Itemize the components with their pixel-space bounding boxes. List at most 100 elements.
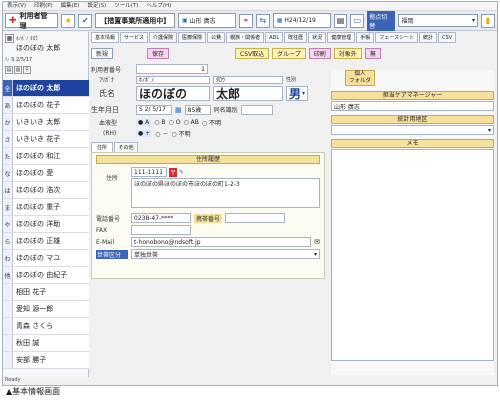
kana-mei-field[interactable]: ﾀﾛｳ (213, 75, 283, 84)
list-item[interactable]: たほのぼの 和江 (3, 148, 89, 165)
same-name-field[interactable] (240, 104, 273, 115)
kana-filter[interactable]: か (3, 114, 13, 130)
exclude-button[interactable]: 対象外 (333, 47, 362, 59)
user-name[interactable]: 相田 花子 (13, 284, 89, 300)
star-icon[interactable]: ★ (61, 13, 76, 28)
list-item[interactable]: かいきいき 太郎 (3, 114, 89, 131)
group-button[interactable]: グループ (272, 47, 306, 59)
menu-view[interactable]: 表示(V) (3, 2, 30, 10)
user-name[interactable]: ほのぼの マユ (13, 250, 89, 266)
screen-icon[interactable]: ▭ (350, 13, 365, 28)
rh-radio-minus[interactable]: ○ － (155, 129, 168, 138)
tab-health[interactable]: 健康管理 (327, 32, 356, 43)
kana-filter[interactable]: ま (3, 199, 13, 215)
list-item[interactable]: はほのぼの 浩次 (3, 182, 89, 199)
office-select[interactable]: 福岡 ▾ (398, 14, 479, 27)
calendar-icon[interactable]: ▦ (175, 106, 182, 114)
stats-area-select[interactable]: ▾ (331, 125, 494, 135)
user-name[interactable]: 安部 勝子 (13, 352, 89, 368)
list-item[interactable]: なほのぼの 愛 (3, 165, 89, 182)
tab-service[interactable]: サービス (120, 32, 149, 43)
exit-icon[interactable]: ▮ (481, 13, 495, 28)
user-no-field[interactable]: 1 (136, 64, 208, 74)
rh-radio-unknown[interactable]: ○ 不明 (171, 129, 190, 138)
list-item[interactable]: さいきいき 花子 (3, 131, 89, 148)
calc-icon[interactable]: ▤ (333, 13, 348, 28)
kana-filter[interactable]: ら (3, 233, 13, 249)
user-name[interactable]: 秋田 誠 (13, 335, 89, 351)
tab-basic-info[interactable]: 基本情報 (91, 32, 120, 43)
tab-handbook[interactable]: 手帳 (356, 32, 375, 43)
list-item[interactable]: 全ほのぼの 太郎 (3, 80, 89, 97)
arrow-icon[interactable]: ⇆ (255, 13, 270, 28)
list-item[interactable]: らほのぼの 正雄 (3, 233, 89, 250)
user-name[interactable]: ほのぼの 浩次 (13, 182, 89, 198)
none-button[interactable]: 無 (364, 47, 381, 59)
tab-public-expense[interactable]: 公費 (207, 32, 226, 43)
user-name[interactable]: いきいき 花子 (13, 131, 89, 147)
list-item[interactable]: 愛知 源一郎 (3, 301, 89, 318)
list-item[interactable]: 相田 花子 (3, 284, 89, 301)
tab-adl[interactable]: ADL (265, 32, 284, 43)
tab-stats[interactable]: 統計 (418, 32, 437, 43)
mail-icon[interactable]: ✉ (314, 238, 320, 246)
address-history-button[interactable]: 住所履歴 (96, 155, 320, 164)
zip-field[interactable]: 111-1111 (131, 167, 167, 177)
refresh-icon[interactable]: ↻ (5, 57, 9, 63)
list-item[interactable]: やほのぼの 洋助 (3, 216, 89, 233)
filter-icon-c[interactable]: ⚲ (23, 66, 31, 74)
list-item[interactable]: わほのぼの マユ (3, 250, 89, 267)
blood-radio-a[interactable]: ● A (136, 118, 152, 126)
user-name[interactable]: ほのぼの 花子 (13, 97, 89, 113)
tab-csv[interactable]: CSV (438, 32, 457, 43)
kana-filter[interactable]: は (3, 182, 13, 198)
user-name[interactable]: ほのぼの 正雄 (13, 233, 89, 249)
map-icon[interactable]: ✎ (179, 169, 184, 176)
menu-edit[interactable]: 編集(E) (57, 2, 84, 10)
date-field[interactable]: ▦ H24/12/19 (272, 13, 331, 28)
tab-facesheet[interactable]: フェースシート (375, 32, 418, 43)
care-manager-field[interactable]: 山形 廣志 (331, 101, 494, 111)
household-select[interactable]: 単独世帯 ▾ (131, 249, 320, 259)
mobile-field[interactable] (225, 213, 286, 223)
kana-filter[interactable]: た (3, 148, 13, 164)
user-name[interactable]: ほのぼの 由紀子 (13, 267, 89, 283)
blood-radio-b[interactable]: ○ B (154, 119, 165, 126)
kana-filter[interactable]: な (3, 165, 13, 181)
menu-print[interactable]: 印刷(P) (30, 2, 57, 10)
list-item[interactable]: あほのぼの 花子 (3, 97, 89, 114)
name-sei-field[interactable]: ほのぼの (136, 86, 210, 101)
blood-radio-ab[interactable]: ○ AB (183, 119, 198, 126)
menu-help[interactable]: ヘルプ(H) (142, 2, 175, 10)
filter-icon-a[interactable]: ▤ (5, 66, 13, 74)
tab-status[interactable]: 状況 (308, 32, 327, 43)
list-item[interactable]: 安部 勝子 (3, 352, 89, 369)
blood-radio-unknown[interactable]: ○ 不明 (202, 118, 221, 127)
csv-import-button[interactable]: CSV取込 (235, 47, 270, 59)
email-field[interactable]: t-honobono@ndsoft.jp (131, 237, 312, 247)
login-user[interactable]: ▣ 山形 廣志 (178, 13, 236, 28)
user-name[interactable]: 青森 さくら (13, 318, 89, 334)
user-name[interactable]: ほのぼの 愛 (13, 165, 89, 181)
blood-radio-o[interactable]: ○ O (169, 119, 181, 126)
sex-select[interactable]: 男 ▾ (286, 86, 308, 101)
user-name[interactable]: ほのぼの 和江 (13, 148, 89, 164)
list-item[interactable]: 他ほのぼの 由紀子 (3, 267, 89, 284)
user-name[interactable]: いきいき 太郎 (13, 114, 89, 130)
kana-filter[interactable]: 全 (3, 80, 13, 96)
kana-filter[interactable]: あ (3, 97, 13, 113)
save-button[interactable]: 保存 (147, 47, 170, 59)
user-name[interactable]: ほのぼの 太郎 (13, 80, 89, 96)
kana-filter[interactable]: わ (3, 250, 13, 266)
postal-icon[interactable]: 〒 (169, 167, 178, 177)
print-button[interactable]: 印刷 (308, 47, 331, 59)
user-name[interactable]: ほのぼの 重子 (13, 199, 89, 215)
tab-medical-insurance[interactable]: 医療保険 (178, 32, 207, 43)
grid-icon[interactable]: ▦ (5, 34, 14, 43)
name-mei-field[interactable]: 太郎 (213, 86, 283, 101)
list-item[interactable]: まほのぼの 重子 (3, 199, 89, 216)
new-button[interactable]: 新規 (91, 47, 114, 59)
list-item[interactable]: 青森 さくら (3, 318, 89, 335)
memo-field[interactable] (331, 149, 494, 361)
kana-filter[interactable]: や (3, 216, 13, 232)
